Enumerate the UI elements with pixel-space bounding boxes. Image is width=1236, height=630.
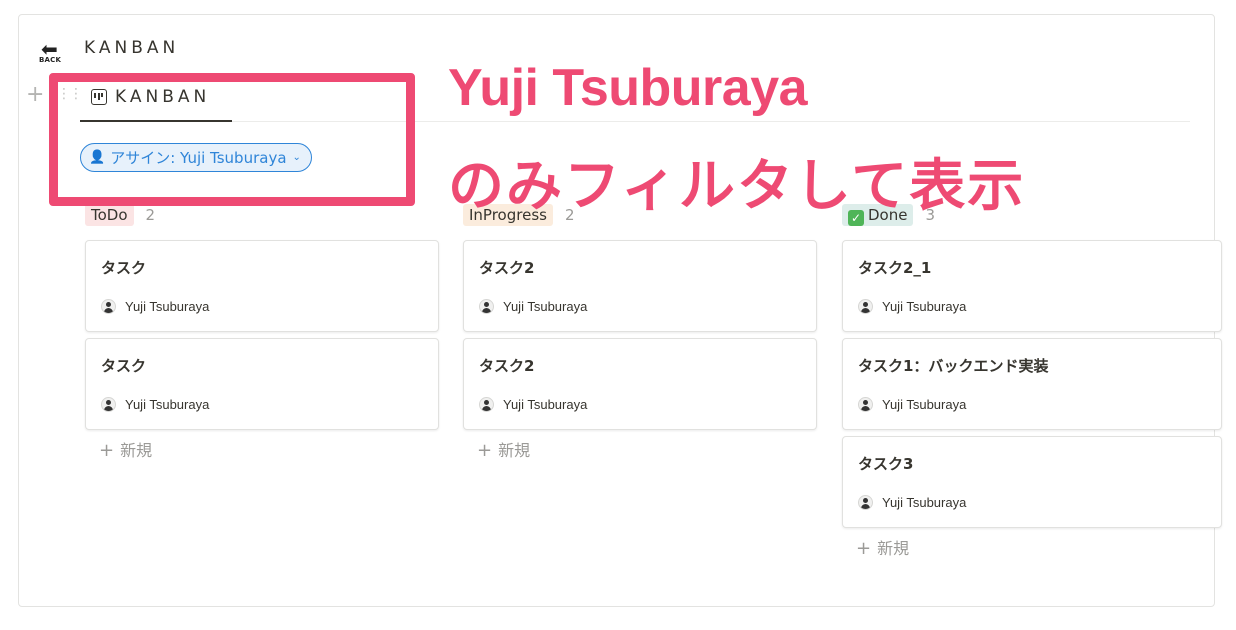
new-card-button[interactable]: + 新規: [463, 436, 817, 466]
board-view-icon: [91, 89, 107, 105]
card-title: タスク3: [858, 455, 914, 473]
board-column-todo: ToDo 2 タスク Yuji Tsuburaya タスク Yuji Tsubu…: [85, 202, 439, 466]
card-title: タスク1：バックエンド実装: [858, 357, 1049, 375]
new-card-label: 新規: [877, 539, 910, 558]
view-label: KANBAN: [115, 87, 211, 107]
assignee: Yuji Tsuburaya: [479, 299, 587, 314]
avatar: [858, 397, 873, 412]
assignee: Yuji Tsuburaya: [101, 299, 209, 314]
assignee-name: Yuji Tsuburaya: [882, 299, 967, 314]
page-title: KANBAN: [84, 38, 180, 58]
plus-icon: +: [856, 538, 872, 559]
assignee-name: Yuji Tsuburaya: [503, 397, 588, 412]
plus-icon: +: [99, 440, 115, 461]
assignee: Yuji Tsuburaya: [479, 397, 587, 412]
assignee-name: Yuji Tsuburaya: [125, 397, 210, 412]
avatar: [858, 495, 873, 510]
board-column-done: ✓ Done 3 タスク2_1 Yuji Tsuburaya タスク1：バックエン…: [842, 202, 1222, 564]
card-title: タスク2: [479, 357, 535, 375]
back-label: BACK: [39, 56, 62, 64]
new-card-button[interactable]: + 新規: [85, 436, 439, 466]
annotation-text-line2: のみフィルタして表示: [448, 154, 1026, 219]
chevron-down-icon: ⌄: [292, 151, 301, 163]
assignee: Yuji Tsuburaya: [858, 299, 966, 314]
task-card[interactable]: タスク2 Yuji Tsuburaya: [463, 240, 817, 332]
annotation-text-line1: Yuji Tsuburaya: [448, 59, 808, 117]
avatar: [479, 397, 494, 412]
avatar: [101, 397, 116, 412]
board-column-inprogress: InProgress 2 タスク2 Yuji Tsuburaya タスク2 Yu…: [463, 202, 817, 466]
column-header: ToDo 2: [85, 202, 439, 228]
assignee-filter-button[interactable]: 👤 アサイン: Yuji Tsuburaya ⌄: [80, 143, 312, 172]
task-card[interactable]: タスク Yuji Tsuburaya: [85, 240, 439, 332]
card-title: タスク: [101, 259, 147, 277]
task-card[interactable]: タスク2 Yuji Tsuburaya: [463, 338, 817, 430]
person-icon: 👤: [89, 149, 106, 165]
avatar: [479, 299, 494, 314]
assignee: Yuji Tsuburaya: [858, 495, 966, 510]
task-card[interactable]: タスク Yuji Tsuburaya: [85, 338, 439, 430]
add-block-icon[interactable]: +: [26, 84, 44, 106]
status-tag[interactable]: ToDo: [85, 204, 134, 226]
card-title: タスク2: [479, 259, 535, 277]
task-card[interactable]: タスク1：バックエンド実装 Yuji Tsuburaya: [842, 338, 1222, 430]
filter-label: アサイン: Yuji Tsuburaya: [110, 148, 287, 167]
task-card[interactable]: タスク2_1 Yuji Tsuburaya: [842, 240, 1222, 332]
card-count: 2: [145, 206, 156, 224]
new-card-label: 新規: [498, 441, 531, 460]
assignee-name: Yuji Tsuburaya: [882, 397, 967, 412]
back-button[interactable]: ⬅ BACK: [38, 39, 72, 66]
avatar: [101, 299, 116, 314]
assignee: Yuji Tsuburaya: [101, 397, 209, 412]
tab-kanban-view[interactable]: KANBAN: [80, 84, 232, 122]
assignee-name: Yuji Tsuburaya: [503, 299, 588, 314]
card-title: タスク2_1: [858, 259, 932, 277]
task-card[interactable]: タスク3 Yuji Tsuburaya: [842, 436, 1222, 528]
assignee: Yuji Tsuburaya: [858, 397, 966, 412]
plus-icon: +: [477, 440, 493, 461]
avatar: [858, 299, 873, 314]
assignee-name: Yuji Tsuburaya: [125, 299, 210, 314]
drag-handle-icon[interactable]: ⋮⋮: [57, 86, 83, 102]
assignee-name: Yuji Tsuburaya: [882, 495, 967, 510]
view-divider: [232, 121, 1190, 122]
new-card-label: 新規: [120, 441, 153, 460]
card-title: タスク: [101, 357, 147, 375]
new-card-button[interactable]: + 新規: [842, 534, 1222, 564]
